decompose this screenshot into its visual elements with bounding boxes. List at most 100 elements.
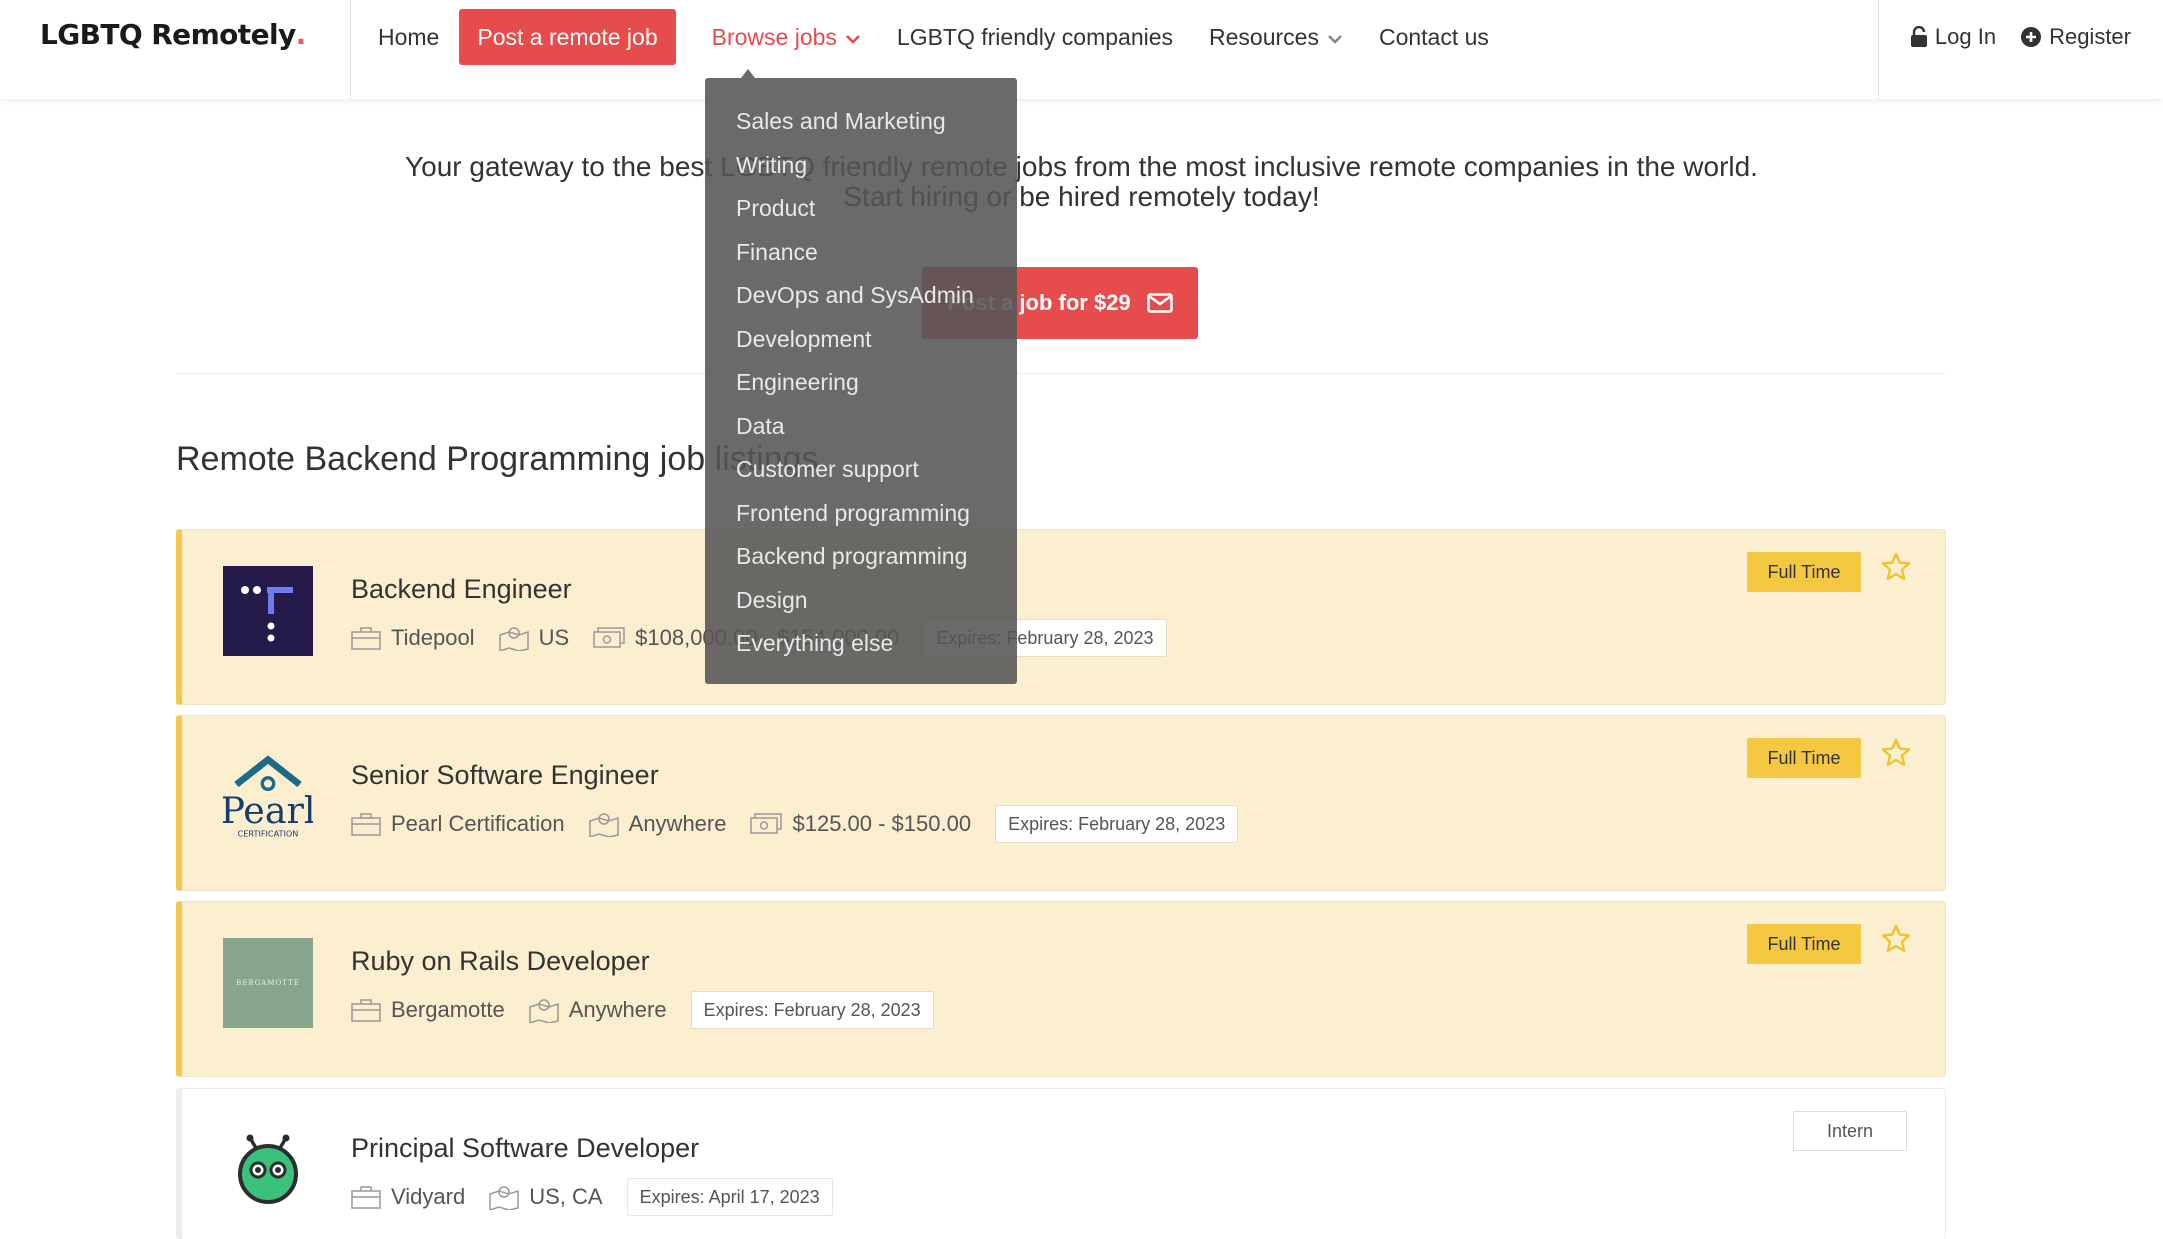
section-divider [176,373,1946,374]
briefcase-icon [351,1186,381,1209]
money-icon [593,627,625,648]
dropdown-item-data[interactable]: Data [705,405,1017,449]
job-type-badge: Full Time [1747,738,1861,778]
job-company-name: Vidyard [391,1184,466,1209]
post-remote-job-button[interactable]: Post a remote job [459,9,676,65]
register-label: Register [2049,24,2131,49]
job-meta: Pearl Certification Anywhere $125.00 - $… [351,804,1239,844]
job-title[interactable]: Backend Engineer [351,574,572,605]
job-location: US [498,625,570,651]
site-header: LGBTQ Remotely. Home Post a remote job B… [0,0,2163,99]
bergamotte-logo-word: BERGAMOTTE [236,979,300,987]
job-location-text: US [538,625,570,650]
hero-tagline-line1: Your gateway to the best LGBTQ friendly … [405,151,1758,182]
job-expiry: Expires: April 17, 2023 [626,1178,833,1216]
nav-contact[interactable]: Contact us [1379,24,1489,51]
plus-circle-icon [2021,27,2042,47]
dropdown-item-development[interactable]: Development [705,318,1017,362]
job-salary-text: $125.00 - $150.00 [792,811,972,836]
dropdown-item-writing[interactable]: Writing [705,144,1017,188]
job-location-text: US, CA [529,1184,603,1209]
nav-lgbtq-companies[interactable]: LGBTQ friendly companies [897,24,1173,51]
job-location: Anywhere [588,811,727,837]
job-salary: $125.00 - $150.00 [750,811,971,837]
job-type-badge: Full Time [1747,924,1861,964]
hero-tagline-line2: Start hiring or be hired remotely today! [843,181,1320,212]
briefcase-icon [351,999,381,1022]
job-company-name: Pearl Certification [391,811,565,836]
job-company-name: Bergamotte [391,997,505,1022]
dropdown-item-finance[interactable]: Finance [705,231,1017,275]
job-meta: Bergamotte Anywhere Expires: February 28… [351,990,934,1030]
map-pin-icon [528,999,559,1023]
main-nav: Home Post a remote job Browse jobs LGBTQ… [378,9,1525,65]
job-company: Pearl Certification [351,811,565,837]
nav-resources[interactable]: Resources [1209,24,1343,51]
login-label: Log In [1934,24,1997,49]
job-card[interactable]: Backend Engineer Tidepool US $108,000.00… [176,529,1946,705]
map-pin-icon [489,1186,519,1210]
dropdown-item-customer-support[interactable]: Customer support [705,448,1017,492]
job-meta: Vidyard US, CA Expires: April 17, 2023 [351,1177,833,1217]
job-title[interactable]: Senior Software Engineer [351,760,659,791]
job-title[interactable]: Ruby on Rails Developer [351,946,650,977]
browse-jobs-dropdown: Sales and Marketing Writing Product Fina… [705,78,1017,684]
job-location: Anywhere [528,997,667,1023]
star-icon[interactable] [1881,738,1911,768]
job-type-badge: Intern [1793,1111,1907,1151]
tidepool-logo[interactable] [223,566,313,656]
chevron-down-icon [845,24,861,51]
login-link[interactable]: Log In [1910,24,1996,50]
job-card[interactable]: BERGAMOTTE Ruby on Rails Developer Berga… [176,901,1946,1077]
briefcase-icon [351,627,381,650]
star-icon[interactable] [1881,924,1911,954]
dropdown-item-everything-else[interactable]: Everything else [705,622,1017,666]
register-link[interactable]: Register [2020,24,2131,50]
hero-tagline: Your gateway to the best LGBTQ friendly … [0,152,2163,212]
logo-text: LGBTQ Remotely [40,17,296,51]
job-type-badge: Full Time [1747,552,1861,592]
briefcase-icon [351,813,381,836]
job-expiry: Expires: February 28, 2023 [995,805,1239,843]
dropdown-caret [741,69,755,78]
header-divider-right [1878,0,1879,99]
dropdown-item-design[interactable]: Design [705,579,1017,623]
dropdown-item-sales-marketing[interactable]: Sales and Marketing [705,100,1017,144]
lock-icon [1910,26,1927,47]
pearl-logo[interactable]: Pearl CERTIFICATION [223,752,313,842]
job-location: US, CA [489,1184,603,1210]
job-company: Bergamotte [351,997,505,1023]
star-icon[interactable] [1881,552,1911,582]
dropdown-item-engineering[interactable]: Engineering [705,361,1017,405]
job-card[interactable]: Principal Software Developer Vidyard US,… [176,1088,1946,1239]
map-pin-icon [498,627,529,651]
nav-browse-jobs-label: Browse jobs [711,23,837,50]
job-card[interactable]: Pearl CERTIFICATION Senior Software Engi… [176,715,1946,891]
bergamotte-logo[interactable]: BERGAMOTTE [223,938,313,1028]
nav-browse-jobs[interactable]: Browse jobs [712,24,861,51]
dropdown-item-frontend[interactable]: Frontend programming [705,492,1017,536]
pearl-logo-word: Pearl [223,789,313,832]
money-icon [750,813,783,834]
logo-dot: . [295,17,307,51]
dropdown-item-product[interactable]: Product [705,187,1017,231]
nav-resources-label: Resources [1209,23,1319,50]
map-pin-icon [588,813,619,837]
job-expiry: Expires: February 28, 2023 [690,991,934,1029]
vidyard-logo[interactable] [223,1125,313,1215]
job-company: Tidepool [351,625,475,651]
header-divider-left [350,0,351,99]
site-logo[interactable]: LGBTQ Remotely. [40,0,306,68]
auth-links: Log In Register [1886,9,2131,65]
dropdown-item-backend[interactable]: Backend programming [705,535,1017,579]
job-company: Vidyard [351,1184,465,1210]
pearl-logo-sub: CERTIFICATION [238,828,299,838]
job-location-text: Anywhere [568,997,667,1022]
nav-home[interactable]: Home [378,24,439,51]
job-location-text: Anywhere [628,811,727,836]
chevron-down-icon [1327,24,1343,51]
job-company-name: Tidepool [391,625,475,650]
job-title[interactable]: Principal Software Developer [351,1133,699,1164]
envelope-icon [1146,293,1173,313]
dropdown-item-devops[interactable]: DevOps and SysAdmin [705,274,1017,318]
